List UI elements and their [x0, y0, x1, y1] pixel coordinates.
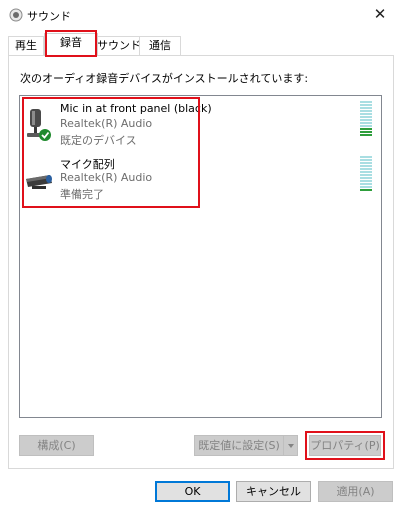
tab-label: 録音 [60, 36, 82, 49]
close-icon: ✕ [373, 5, 387, 23]
level-meter-bar [360, 122, 372, 124]
level-meter-bar [360, 177, 372, 179]
tab-recording[interactable]: 録音 [44, 33, 98, 56]
level-meter-bar [360, 128, 372, 130]
level-meter-bar [360, 131, 372, 133]
speaker-icon [9, 8, 23, 22]
title-bar: サウンド ✕ [0, 0, 400, 30]
level-meter-bar [360, 156, 372, 158]
level-meter-bar [360, 110, 372, 112]
level-meter-bar [360, 119, 372, 121]
set-default-button[interactable]: 既定値に設定(S) [194, 435, 284, 456]
level-meter-bar [360, 134, 372, 136]
level-meter-bar [360, 162, 372, 164]
level-meter-bar [360, 165, 372, 167]
level-meter-bar [360, 113, 372, 115]
ok-button[interactable]: OK [155, 481, 230, 502]
device-highlight-box [22, 97, 200, 208]
level-meter-bar [360, 180, 372, 182]
level-meter-bar [360, 174, 372, 176]
tab-label: 再生 [15, 39, 37, 52]
instruction-text: 次のオーディオ録音デバイスがインストールされています: [20, 72, 309, 85]
tab-label: 通信 [149, 39, 171, 52]
level-meter-bar [360, 125, 372, 127]
tab-label: サウンド [97, 39, 141, 52]
level-meter [360, 101, 372, 137]
level-meter-bar [360, 168, 372, 170]
tab-sounds[interactable]: サウンド [96, 36, 142, 55]
tab-playback[interactable]: 再生 [8, 36, 44, 55]
level-meter-bar [360, 101, 372, 103]
cancel-button[interactable]: キャンセル [236, 481, 311, 502]
set-default-dropdown[interactable] [283, 435, 298, 456]
level-meter-bar [360, 189, 372, 191]
configure-button[interactable]: 構成(C) [19, 435, 94, 456]
level-meter-bar [360, 186, 372, 188]
level-meter-bar [360, 116, 372, 118]
tab-communications[interactable]: 通信 [139, 36, 181, 55]
level-meter-bar [360, 159, 372, 161]
properties-highlight-box [305, 431, 385, 460]
level-meter-bar [360, 171, 372, 173]
level-meter-bar [360, 183, 372, 185]
close-button[interactable]: ✕ [370, 4, 390, 24]
level-meter-bar [360, 104, 372, 106]
apply-button[interactable]: 適用(A) [318, 481, 393, 502]
window-title: サウンド [27, 10, 71, 23]
level-meter [360, 156, 372, 192]
level-meter-bar [360, 107, 372, 109]
